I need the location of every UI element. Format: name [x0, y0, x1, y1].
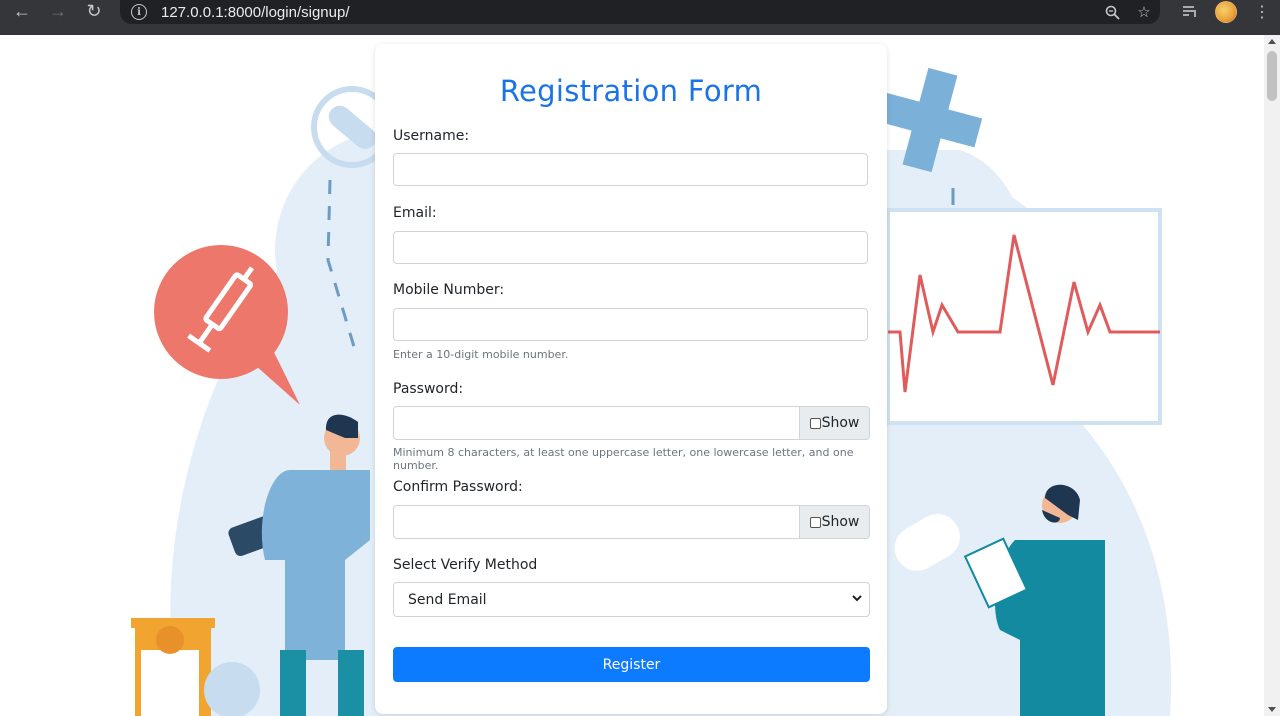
profile-avatar[interactable] [1208, 0, 1244, 24]
reading-list-icon[interactable] [1172, 0, 1208, 24]
registration-card: Registration Form Username: Email: Mobil… [375, 44, 887, 714]
username-input[interactable] [393, 153, 868, 186]
browser-toolbar: ← → ↻ i 127.0.0.1:8000/login/signup/ ☆ ⋮ [0, 0, 1280, 35]
url-text[interactable]: 127.0.0.1:8000/login/signup/ [161, 4, 350, 21]
verify-method-label: Select Verify Method [393, 557, 538, 573]
password-input[interactable] [393, 406, 800, 440]
email-input[interactable] [393, 231, 868, 264]
show-confirm-password-checkbox[interactable] [809, 516, 821, 528]
address-bar[interactable]: i 127.0.0.1:8000/login/signup/ ☆ [120, 0, 1160, 24]
confirm-password-label: Confirm Password: [393, 479, 523, 495]
bookmark-star-icon[interactable]: ☆ [1128, 3, 1160, 21]
page-scrollbar[interactable] [1264, 35, 1280, 716]
page-viewport: Registration Form Username: Email: Mobil… [0, 35, 1264, 716]
password-label: Password: [393, 381, 464, 397]
verify-method-select[interactable]: Send Email [393, 582, 870, 617]
zoom-icon[interactable] [1096, 5, 1128, 20]
confirm-password-show-toggle[interactable]: Show [800, 505, 870, 539]
scroll-down-icon[interactable] [1268, 707, 1276, 712]
mobile-hint: Enter a 10-digit mobile number. [393, 348, 569, 361]
register-button[interactable]: Register [393, 647, 870, 682]
confirm-show-label: Show [821, 514, 860, 530]
show-password-checkbox[interactable] [809, 417, 821, 429]
arrow-left-icon: ← [13, 1, 31, 21]
password-show-label: Show [821, 415, 860, 431]
mobile-input[interactable] [393, 308, 868, 341]
email-label: Email: [393, 205, 437, 221]
scroll-up-icon[interactable] [1268, 39, 1276, 44]
form-title: Registration Form [499, 74, 763, 108]
mobile-label: Mobile Number: [393, 282, 505, 298]
menu-kebab-icon[interactable]: ⋮ [1244, 0, 1280, 24]
password-show-toggle[interactable]: Show [800, 406, 870, 440]
arrow-right-icon: → [49, 1, 67, 21]
password-hint: Minimum 8 characters, at least one upper… [393, 446, 854, 472]
chevron-down-icon [851, 592, 863, 607]
confirm-password-group: Show [393, 505, 870, 539]
reload-icon: ↻ [86, 1, 102, 21]
confirm-password-input[interactable] [393, 505, 800, 539]
reload-button[interactable]: ↻ [76, 0, 112, 29]
verify-method-value: Send Email [408, 591, 487, 608]
back-button[interactable]: ← [4, 0, 40, 29]
site-info-icon[interactable]: i [131, 4, 147, 20]
username-label: Username: [393, 128, 470, 144]
scroll-thumb[interactable] [1267, 51, 1277, 101]
forward-button[interactable]: → [40, 0, 76, 29]
password-group: Show [393, 406, 870, 440]
